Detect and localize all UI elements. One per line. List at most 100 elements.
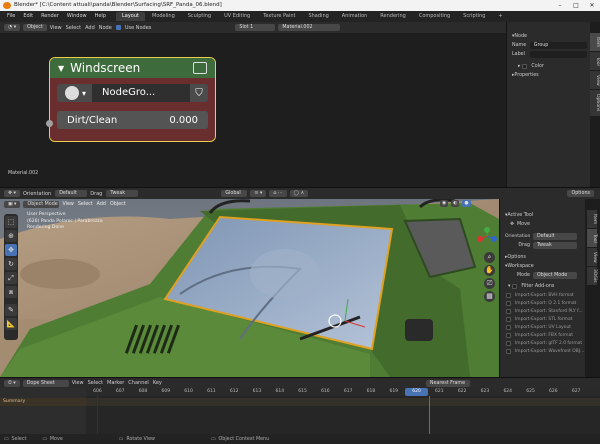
- active-tool-section[interactable]: ▾ Active Tool: [500, 211, 585, 220]
- transform-tool-icon[interactable]: ⧈: [5, 286, 17, 298]
- dopesheet-menu-key[interactable]: Key: [153, 380, 162, 386]
- sidebar-tab-item[interactable]: Item: [587, 210, 597, 228]
- menu-edit[interactable]: Edit: [19, 11, 37, 22]
- fake-user-shield-icon[interactable]: ⛉: [190, 88, 208, 99]
- node-group-selector[interactable]: ▾ NodeGro... ⛉: [57, 84, 208, 102]
- dopesheet-menu-marker[interactable]: Marker: [107, 380, 124, 386]
- tab-modeling[interactable]: Modeling: [146, 12, 181, 21]
- menu-file[interactable]: File: [3, 11, 19, 22]
- add-workspace-button[interactable]: +: [492, 12, 508, 21]
- editor-type-button[interactable]: ◔ ▾: [4, 24, 21, 31]
- options-section[interactable]: ▸ Options: [500, 253, 585, 262]
- viewport-menu-add[interactable]: Add: [97, 202, 106, 207]
- color-checkbox[interactable]: [522, 64, 528, 69]
- transform-orientation-select[interactable]: Global: [221, 190, 248, 197]
- tab-uv-editing[interactable]: UV Editing: [218, 12, 256, 21]
- addon-checkbox[interactable]: [506, 316, 511, 322]
- summary-channel[interactable]: Summary: [0, 398, 86, 406]
- dirt-clean-value[interactable]: 0.000: [169, 115, 198, 126]
- cursor-tool-icon[interactable]: ⊕: [5, 230, 17, 242]
- dirt-clean-input[interactable]: Dirt/Clean 0.000: [57, 111, 208, 129]
- annotate-tool-icon[interactable]: ✎: [5, 304, 17, 316]
- scale-tool-icon[interactable]: ⤢: [5, 272, 17, 284]
- node-menu-add[interactable]: Add: [85, 25, 95, 31]
- node-name-field[interactable]: Group: [529, 42, 587, 49]
- dopesheet-menu-view[interactable]: View: [72, 380, 84, 386]
- drag-select[interactable]: Tweak: [106, 190, 139, 197]
- addon-checkbox[interactable]: [506, 340, 511, 346]
- orientation-select[interactable]: Default: [55, 190, 88, 197]
- minimize-button[interactable]: –: [552, 0, 568, 11]
- dopesheet-editor-type[interactable]: ⏱ ▾: [4, 379, 20, 387]
- perspective-grid-icon[interactable]: ▦: [484, 291, 495, 302]
- shader-type-select[interactable]: Object: [23, 24, 47, 31]
- options-dropdown[interactable]: Options: [567, 190, 594, 197]
- tab-rendering[interactable]: Rendering: [374, 12, 412, 21]
- sidebar-tab-3dgis[interactable]: 3DGis: [587, 267, 597, 285]
- dopesheet-menu-select[interactable]: Select: [88, 380, 103, 386]
- move-tool-icon[interactable]: ✥: [5, 244, 17, 256]
- addon-checkbox[interactable]: [506, 324, 511, 330]
- tab-compositing[interactable]: Compositing: [413, 12, 456, 21]
- tab-texture-paint[interactable]: Texture Paint: [257, 12, 301, 21]
- tab-layout[interactable]: Layout: [116, 12, 145, 21]
- sidebar-tab-view[interactable]: View: [587, 248, 597, 266]
- viewport-menu-select[interactable]: Select: [78, 202, 93, 207]
- tab-shading[interactable]: Shading: [302, 12, 334, 21]
- navigation-gizmo[interactable]: [476, 225, 498, 247]
- input-socket[interactable]: [46, 120, 53, 127]
- sidebar-drag-select[interactable]: Tweak: [533, 242, 577, 249]
- tab-scripting[interactable]: Scripting: [457, 12, 491, 21]
- menu-window[interactable]: Window: [63, 11, 91, 22]
- select-box-tool-icon[interactable]: ⬚: [5, 216, 17, 228]
- dopesheet-menu-channel[interactable]: Channel: [128, 380, 149, 386]
- playhead-line[interactable]: [429, 396, 430, 434]
- rotate-tool-icon[interactable]: ↻: [5, 258, 17, 270]
- sidebar-tab-node-options[interactable]: Options: [590, 90, 600, 116]
- node-group-name[interactable]: NodeGro...: [92, 84, 190, 102]
- slot-select[interactable]: Slot 1: [235, 24, 276, 31]
- frame-ruler[interactable]: 606 607 608 609 610 611 612 613 614 615 …: [86, 388, 600, 396]
- addon-checkbox[interactable]: [506, 308, 511, 314]
- addon-checkbox[interactable]: [506, 348, 511, 354]
- color-section[interactable]: Color: [531, 64, 544, 69]
- dopesheet-body[interactable]: Summary 606 607 608 609 610 611 612 613 …: [0, 388, 600, 434]
- sidebar-tab-node-tool[interactable]: Tool: [590, 52, 600, 70]
- viewport-menu-object[interactable]: Object: [110, 202, 126, 207]
- properties-section[interactable]: ▸ Properties: [507, 71, 590, 80]
- snap-toggle[interactable]: ⌂ ⋯: [269, 190, 287, 197]
- tab-animation[interactable]: Animation: [336, 12, 374, 21]
- sidebar-tab-node-item[interactable]: Item: [590, 33, 600, 51]
- addon-checkbox[interactable]: [506, 300, 511, 306]
- menu-help[interactable]: Help: [91, 11, 110, 22]
- node-group-icon[interactable]: [193, 62, 207, 74]
- node-menu-view[interactable]: View: [50, 25, 62, 31]
- collapse-node-icon[interactable]: ▼: [58, 64, 64, 73]
- addon-checkbox[interactable]: [506, 332, 511, 338]
- addon-checkbox[interactable]: [506, 292, 511, 298]
- use-nodes-checkbox[interactable]: [115, 25, 121, 30]
- pivot-select[interactable]: ⊙ ▾: [250, 190, 267, 197]
- visibility-icon[interactable]: ◉: [440, 200, 449, 207]
- snapping-select[interactable]: Nearest Frame: [425, 379, 470, 387]
- workspace-mode-select[interactable]: Object Mode: [533, 272, 577, 279]
- viewport-editor-type[interactable]: ▣ ▾: [4, 201, 21, 208]
- node-menu-node[interactable]: Node: [99, 25, 112, 31]
- camera-view-icon[interactable]: ⎚: [484, 278, 495, 289]
- proportional-edit-toggle[interactable]: ◯ ∧: [289, 190, 309, 197]
- windscreen-group-node[interactable]: ▼ Windscreen ▾ NodeGro... ⛉ Dirt/Clean 0…: [49, 57, 216, 142]
- material-select[interactable]: Material.002: [278, 24, 341, 31]
- move-tool-row[interactable]: ✥ Move: [500, 220, 585, 229]
- maximize-button[interactable]: □: [568, 0, 584, 11]
- overlay-icon[interactable]: ◐: [451, 200, 460, 207]
- dopesheet-mode-select[interactable]: Dope Sheet: [22, 379, 69, 387]
- filter-addons-checkbox[interactable]: [512, 284, 518, 289]
- current-frame-indicator[interactable]: 620: [405, 388, 428, 396]
- workspace-section[interactable]: ▾ Workspace: [500, 262, 585, 271]
- zoom-icon[interactable]: ⌕: [484, 252, 495, 263]
- close-button[interactable]: ✕: [584, 0, 600, 11]
- pan-hand-icon[interactable]: ✋: [484, 265, 495, 276]
- node-label-field[interactable]: [529, 51, 587, 58]
- measure-tool-icon[interactable]: 📐: [5, 318, 17, 330]
- viewport-menu-view[interactable]: View: [62, 202, 73, 207]
